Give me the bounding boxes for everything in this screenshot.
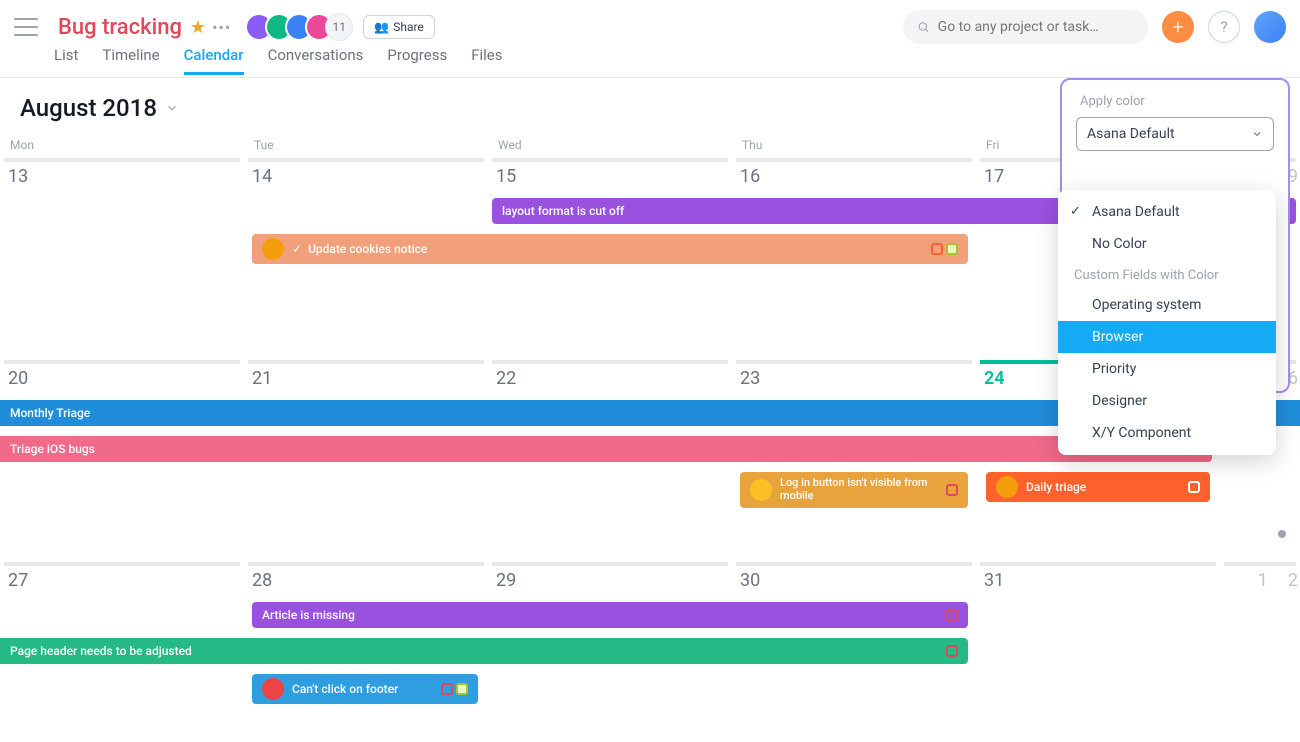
menu-toggle-icon[interactable]: [14, 18, 38, 36]
task-title: Can't click on footer: [292, 682, 398, 696]
color-chip: [1188, 481, 1200, 493]
calendar-week: 27 28 29 30 31 1 2 Article is missing Pa…: [0, 562, 1300, 742]
task-bar[interactable]: Log in button isn't visible from mobile: [740, 472, 968, 508]
color-select-value: Asana Default: [1087, 126, 1175, 142]
option-label: X/Y Component: [1092, 425, 1191, 441]
check-icon: ✓: [292, 242, 302, 256]
day-header: Wed: [492, 134, 736, 156]
add-button[interactable]: +: [1162, 11, 1194, 43]
tab-timeline[interactable]: Timeline: [102, 46, 159, 72]
people-icon: 👥: [374, 20, 389, 34]
option-xy-component[interactable]: X/Y Component: [1058, 417, 1276, 449]
project-title[interactable]: Bug tracking: [58, 15, 182, 40]
task-title: Monthly Triage: [10, 406, 90, 420]
task-bar[interactable]: ✓ Update cookies notice: [252, 234, 968, 264]
task-title: Daily triage: [1026, 480, 1086, 494]
day-cell[interactable]: 20: [4, 360, 248, 393]
option-no-color[interactable]: No Color: [1058, 228, 1276, 260]
option-operating-system[interactable]: Operating system: [1058, 289, 1276, 321]
color-options-dropdown: ✓ Asana Default No Color Custom Fields w…: [1058, 190, 1276, 455]
color-chip: [441, 683, 453, 695]
day-cell[interactable]: 21: [248, 360, 492, 393]
task-title: Update cookies notice: [308, 242, 427, 256]
day-cell[interactable]: 30: [736, 562, 980, 595]
task-title: Page header needs to be adjusted: [10, 644, 192, 658]
color-chip: [946, 609, 958, 621]
task-bar[interactable]: Page header needs to be adjusted: [0, 638, 968, 664]
member-avatars[interactable]: 11: [245, 13, 353, 41]
assignee-avatar: [750, 479, 772, 501]
tab-calendar[interactable]: Calendar: [184, 46, 244, 75]
day-header: Thu: [736, 134, 980, 156]
tab-conversations[interactable]: Conversations: [268, 46, 364, 72]
tab-list[interactable]: List: [54, 46, 78, 72]
option-label: No Color: [1092, 236, 1147, 252]
search-icon: [917, 20, 930, 34]
day-cell[interactable]: 16: [736, 158, 980, 191]
day-cell[interactable]: 31: [980, 562, 1224, 595]
task-title: Log in button isn't visible from mobile: [780, 477, 946, 502]
option-label: Priority: [1092, 361, 1136, 377]
search-input[interactable]: [938, 19, 1134, 35]
apply-color-label: Apply color: [1062, 94, 1288, 117]
day-header: Mon: [4, 134, 248, 156]
day-cell[interactable]: 13: [4, 158, 248, 191]
tab-progress[interactable]: Progress: [387, 46, 447, 72]
project-tabs: List Timeline Calendar Conversations Pro…: [0, 46, 1300, 78]
member-count[interactable]: 11: [325, 13, 353, 41]
option-asana-default[interactable]: ✓ Asana Default: [1058, 196, 1276, 228]
task-bar[interactable]: Daily triage: [986, 472, 1210, 502]
day-cell[interactable]: 15: [492, 158, 736, 191]
day-cell[interactable]: 29: [492, 562, 736, 595]
option-browser[interactable]: Browser: [1058, 321, 1276, 353]
option-label: Browser: [1092, 329, 1143, 345]
share-button[interactable]: 👥 Share: [363, 15, 435, 39]
top-bar: Bug tracking ★ ••• 11 👥 Share + ?: [0, 0, 1300, 46]
more-actions-icon[interactable]: •••: [212, 18, 231, 37]
assignee-avatar: [262, 678, 284, 700]
help-button[interactable]: ?: [1208, 11, 1240, 43]
chevron-down-icon: [1251, 128, 1263, 140]
task-bar[interactable]: Triage iOS bugs: [0, 436, 1212, 462]
star-icon[interactable]: ★: [190, 17, 206, 38]
day-cell[interactable]: 1 2: [1224, 562, 1300, 595]
color-chip: [931, 243, 943, 255]
option-label: Designer: [1092, 393, 1147, 409]
profile-avatar[interactable]: [1254, 11, 1286, 43]
color-select[interactable]: Asana Default: [1076, 117, 1274, 151]
task-title: Triage iOS bugs: [10, 442, 95, 456]
option-priority[interactable]: Priority: [1058, 353, 1276, 385]
assignee-avatar: [996, 476, 1018, 498]
task-bar[interactable]: Article is missing: [252, 602, 968, 628]
task-title: layout format is cut off: [502, 204, 624, 218]
tab-files[interactable]: Files: [471, 46, 502, 72]
option-designer[interactable]: Designer: [1058, 385, 1276, 417]
check-icon: ✓: [1070, 204, 1081, 219]
share-label: Share: [393, 20, 424, 34]
option-label: Asana Default: [1092, 204, 1180, 220]
assignee-avatar: [262, 238, 284, 260]
day-cell[interactable]: 14: [248, 158, 492, 191]
day-cell[interactable]: 23: [736, 360, 980, 393]
search-box[interactable]: [903, 10, 1148, 44]
hint-dot: [1278, 530, 1286, 538]
option-label: Operating system: [1092, 297, 1201, 313]
month-title[interactable]: August 2018: [20, 94, 157, 122]
color-chip: [946, 645, 958, 657]
color-chip: [456, 683, 468, 695]
day-cell[interactable]: 28: [248, 562, 492, 595]
option-group-heading: Custom Fields with Color: [1058, 260, 1276, 289]
day-cell[interactable]: 27: [4, 562, 248, 595]
task-title: Article is missing: [262, 608, 355, 622]
chevron-down-icon[interactable]: [165, 101, 179, 115]
color-chip: [946, 243, 958, 255]
day-header: Tue: [248, 134, 492, 156]
day-cell[interactable]: 22: [492, 360, 736, 393]
task-bar[interactable]: Can't click on footer: [252, 674, 478, 704]
color-chip: [946, 484, 958, 496]
